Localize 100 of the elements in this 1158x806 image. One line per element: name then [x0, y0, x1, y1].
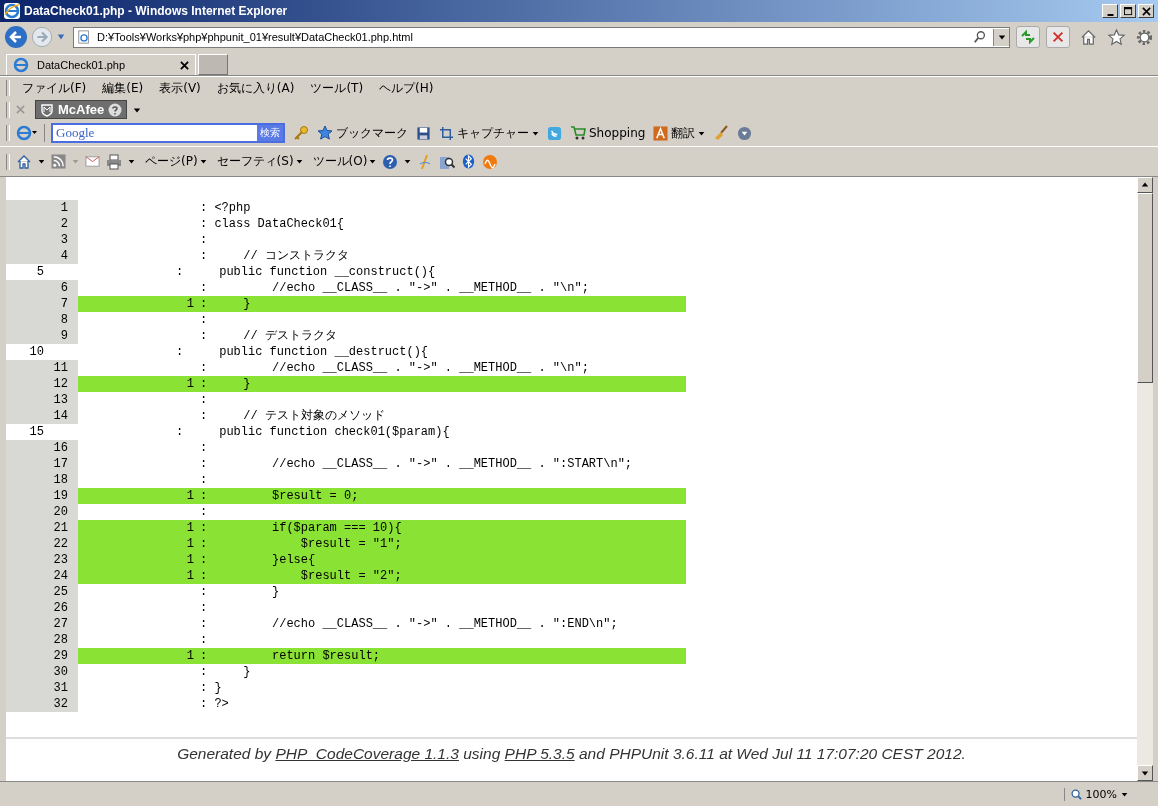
browser-logo-icon[interactable]	[16, 125, 38, 141]
code-line: : class DataCheck01{	[199, 216, 346, 232]
line-number: 23	[6, 552, 78, 568]
line-number: 17	[6, 456, 78, 472]
command-menu-button[interactable]: ツール(O)	[312, 153, 368, 170]
mcafee-button[interactable]: McAfee	[35, 100, 128, 119]
translate-icon[interactable]	[653, 125, 669, 141]
dropdown-arrow-icon[interactable]	[128, 158, 135, 165]
menu-item[interactable]: 編集(E)	[98, 79, 148, 97]
command-menu-button[interactable]: ページ(P)	[145, 153, 198, 170]
dropdown-circle-icon[interactable]	[737, 125, 753, 141]
zoom-button[interactable]: 100%	[1063, 787, 1128, 801]
menu-item[interactable]: ファイル(F)	[18, 79, 91, 97]
address-field[interactable]: D:¥Tools¥Works¥php¥phpunit_01¥result¥DataCheck01.php.html	[73, 26, 1010, 48]
line-number: 22	[6, 536, 78, 552]
search-icon[interactable]	[973, 30, 987, 44]
dropdown-arrow-icon[interactable]	[133, 105, 142, 114]
vertical-scrollbar[interactable]	[1137, 177, 1153, 781]
mcafee-label: McAfee	[58, 102, 105, 117]
minimize-icon	[1106, 13, 1114, 16]
scroll-up-button[interactable]	[1137, 177, 1153, 193]
refresh-button[interactable]	[1016, 26, 1040, 48]
menu-item[interactable]: 表示(V)	[155, 79, 205, 97]
menu-item[interactable]: お気に入り(A)	[212, 79, 299, 97]
home-icon[interactable]	[16, 153, 32, 170]
line-number: 4	[6, 248, 78, 264]
mail-icon[interactable]	[85, 154, 100, 169]
settings-icon[interactable]	[1135, 27, 1154, 47]
code-line: : //echo __CLASS__ . "->" . __METHOD__ . ":END\n";	[199, 616, 619, 632]
code-line: : // デストラクタ	[199, 328, 338, 344]
toolbar-button[interactable]: キャプチャー	[457, 124, 529, 142]
toolbar-button[interactable]: ブックマーク	[336, 124, 408, 142]
new-tab-button[interactable]	[198, 54, 228, 75]
line-number: 9	[6, 328, 78, 344]
menu-item[interactable]: ヘルプ(H)	[375, 79, 438, 97]
line-number: 11	[6, 360, 78, 376]
minimize-button[interactable]	[1102, 4, 1118, 18]
close-button[interactable]	[1138, 4, 1154, 18]
code-line: : //echo __CLASS__ . "->" . __METHOD__ . ":START\n";	[199, 456, 634, 472]
zoom-icon	[1070, 788, 1082, 800]
save-icon[interactable]	[416, 125, 431, 141]
line-number: 8	[6, 312, 78, 328]
line-number: 14	[6, 408, 78, 424]
cart-icon[interactable]	[570, 125, 586, 141]
line-number: 19	[6, 488, 78, 504]
toolbar-button[interactable]: 翻訳	[671, 124, 696, 142]
back-button[interactable]	[4, 25, 28, 49]
code-line: : // コンストラクタ	[199, 248, 350, 264]
dropdown-arrow-icon[interactable]	[404, 158, 412, 165]
printer-icon[interactable]	[106, 153, 122, 170]
line-number: 21	[6, 520, 78, 536]
feed-icon[interactable]	[51, 154, 66, 169]
maximize-button[interactable]	[1120, 4, 1136, 18]
search-field[interactable]: Google 検索	[51, 123, 285, 143]
dropdown-arrow-icon	[997, 33, 1006, 41]
shield-icon	[40, 102, 54, 117]
footer-link[interactable]: PHP_CodeCoverage 1.1.3	[275, 745, 459, 762]
scroll-down-button[interactable]	[1137, 765, 1153, 781]
line-number: 7	[6, 296, 78, 312]
command-menu-button[interactable]: セーフティ(S)	[216, 153, 294, 170]
key-icon[interactable]	[293, 125, 309, 141]
line-number: 30	[6, 664, 78, 680]
star-icon[interactable]	[1107, 27, 1126, 47]
dropdown-arrow-icon[interactable]	[295, 158, 303, 165]
toolbar-button[interactable]: Shopping	[589, 126, 646, 140]
footer-text: Generated by PHP_CodeCoverage 1.1.3 using PHP 5.3.5 and PHPUnit 3.6.11 at Wed Jul 11 17:07:20 CEST 2012.	[176, 745, 967, 764]
search-button[interactable]: 検索	[257, 125, 283, 141]
close-tab-icon[interactable]	[180, 60, 189, 70]
dropdown-arrow-icon[interactable]	[369, 158, 377, 165]
help-icon[interactable]	[382, 153, 399, 170]
dropdown-arrow-icon[interactable]	[532, 129, 539, 137]
line-number: 3	[6, 232, 78, 248]
code-line: :	[199, 232, 209, 248]
footer-link[interactable]: PHP 5.3.5	[504, 745, 575, 762]
browser-tab[interactable]: DataCheck01.php	[6, 54, 196, 75]
help-icon[interactable]	[108, 102, 123, 117]
line-number: 26	[6, 600, 78, 616]
dropdown-button[interactable]	[993, 28, 1009, 46]
home-icon[interactable]	[1079, 27, 1098, 47]
dropdown-arrow-icon[interactable]	[38, 158, 45, 165]
code-line: :	[199, 504, 209, 520]
bluetooth-icon[interactable]	[461, 154, 477, 169]
code-line: : // テスト対象のメソッド	[199, 408, 386, 424]
crop-icon[interactable]	[439, 125, 454, 141]
line-number: 31	[6, 680, 78, 696]
code-line: : //echo __CLASS__ . "->" . __METHOD__ . "\n";	[199, 360, 590, 376]
broom-icon[interactable]	[713, 125, 730, 141]
code-line: : ?>	[199, 696, 230, 712]
dropdown-arrow-icon[interactable]	[199, 158, 207, 165]
star-icon[interactable]	[317, 125, 333, 141]
bird-icon[interactable]	[547, 125, 562, 141]
stop-button[interactable]	[1046, 26, 1070, 48]
wave-icon[interactable]	[482, 153, 499, 170]
dropdown-arrow-icon[interactable]	[698, 129, 706, 137]
up-arrow-icon	[1141, 181, 1149, 189]
code-line: : }	[199, 584, 281, 600]
line-number: 2	[6, 216, 78, 232]
line-number: 24	[6, 568, 78, 584]
menu-item[interactable]: ツール(T)	[306, 79, 368, 97]
code-line: : //echo __CLASS__ . "->" . __METHOD__ . "\n";	[199, 280, 590, 296]
